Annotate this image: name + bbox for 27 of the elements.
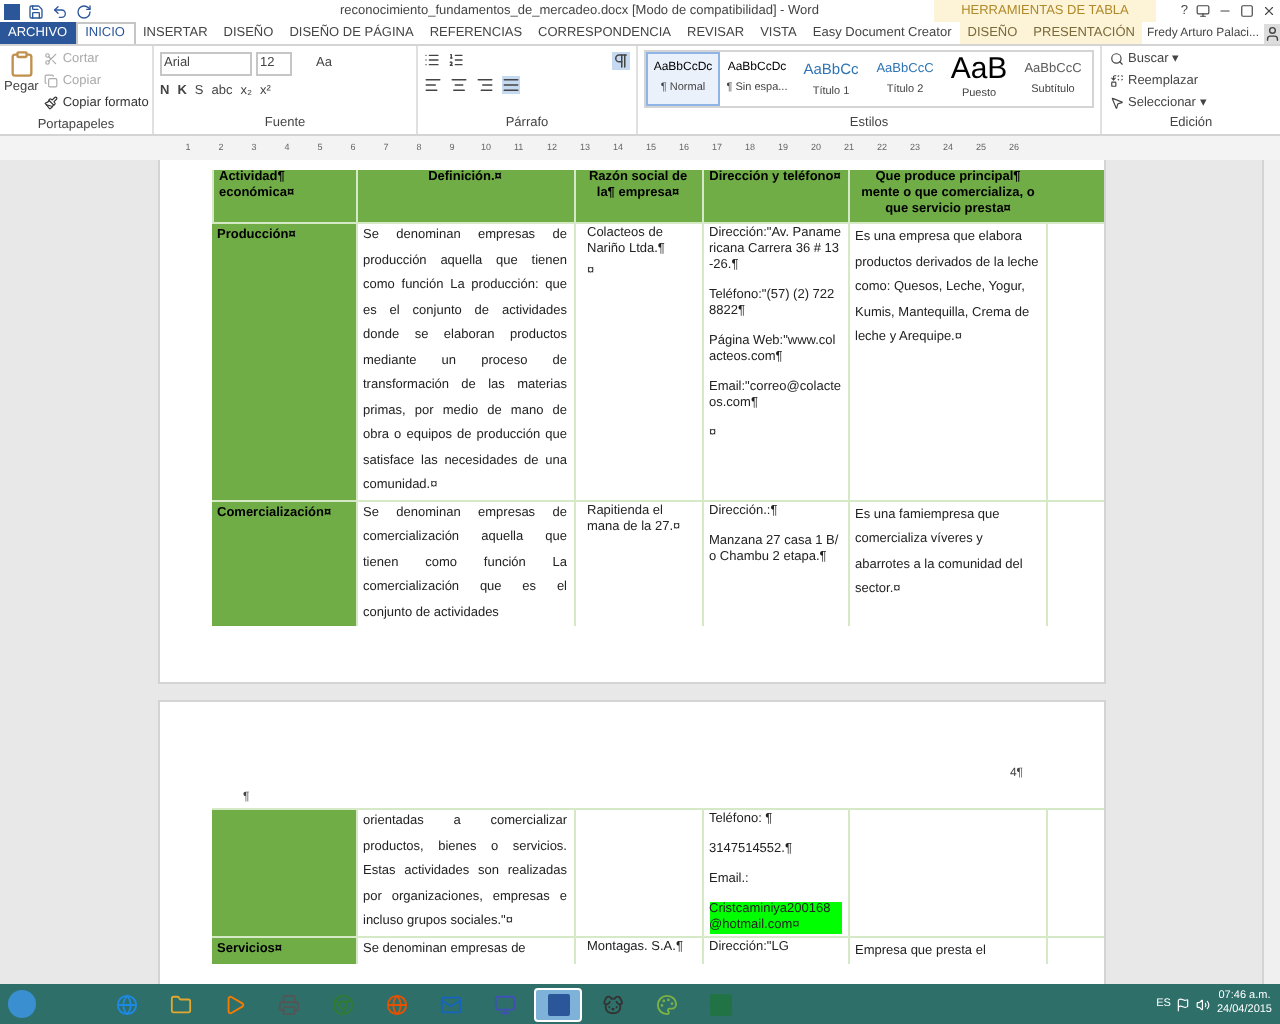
- close-icon[interactable]: [1262, 4, 1276, 18]
- start-button[interactable]: [8, 990, 36, 1018]
- paintbrush-icon: [44, 95, 59, 110]
- search-icon: [1110, 52, 1124, 67]
- copy-icon: [44, 74, 59, 89]
- align-icon[interactable]: [450, 76, 468, 94]
- document-app-icon[interactable]: [534, 987, 582, 1021]
- scrollbar[interactable]: [1262, 160, 1280, 984]
- redo-icon[interactable]: [76, 3, 92, 19]
- save-icon[interactable]: [28, 3, 44, 19]
- maximize-icon[interactable]: [1240, 4, 1254, 18]
- undo-icon[interactable]: [52, 3, 68, 19]
- table-cell: [211, 810, 355, 935]
- cursor-icon: [1110, 95, 1124, 110]
- align-icon[interactable]: [424, 76, 442, 94]
- word-logo-icon[interactable]: [4, 3, 20, 19]
- align-icon[interactable]: [476, 76, 494, 94]
- volume-icon[interactable]: [1196, 997, 1211, 1011]
- minimize-icon[interactable]: [1218, 4, 1232, 18]
- ribbon-display-icon[interactable]: [1196, 4, 1210, 18]
- show-marks-icon[interactable]: [612, 52, 630, 70]
- numbered-list-icon[interactable]: [448, 52, 464, 68]
- scissors-icon: [44, 52, 59, 67]
- bullet-list-icon[interactable]: [424, 52, 440, 68]
- align-icon[interactable]: [502, 76, 520, 94]
- flag-icon[interactable]: [1176, 997, 1191, 1011]
- clipboard-icon: [7, 50, 36, 78]
